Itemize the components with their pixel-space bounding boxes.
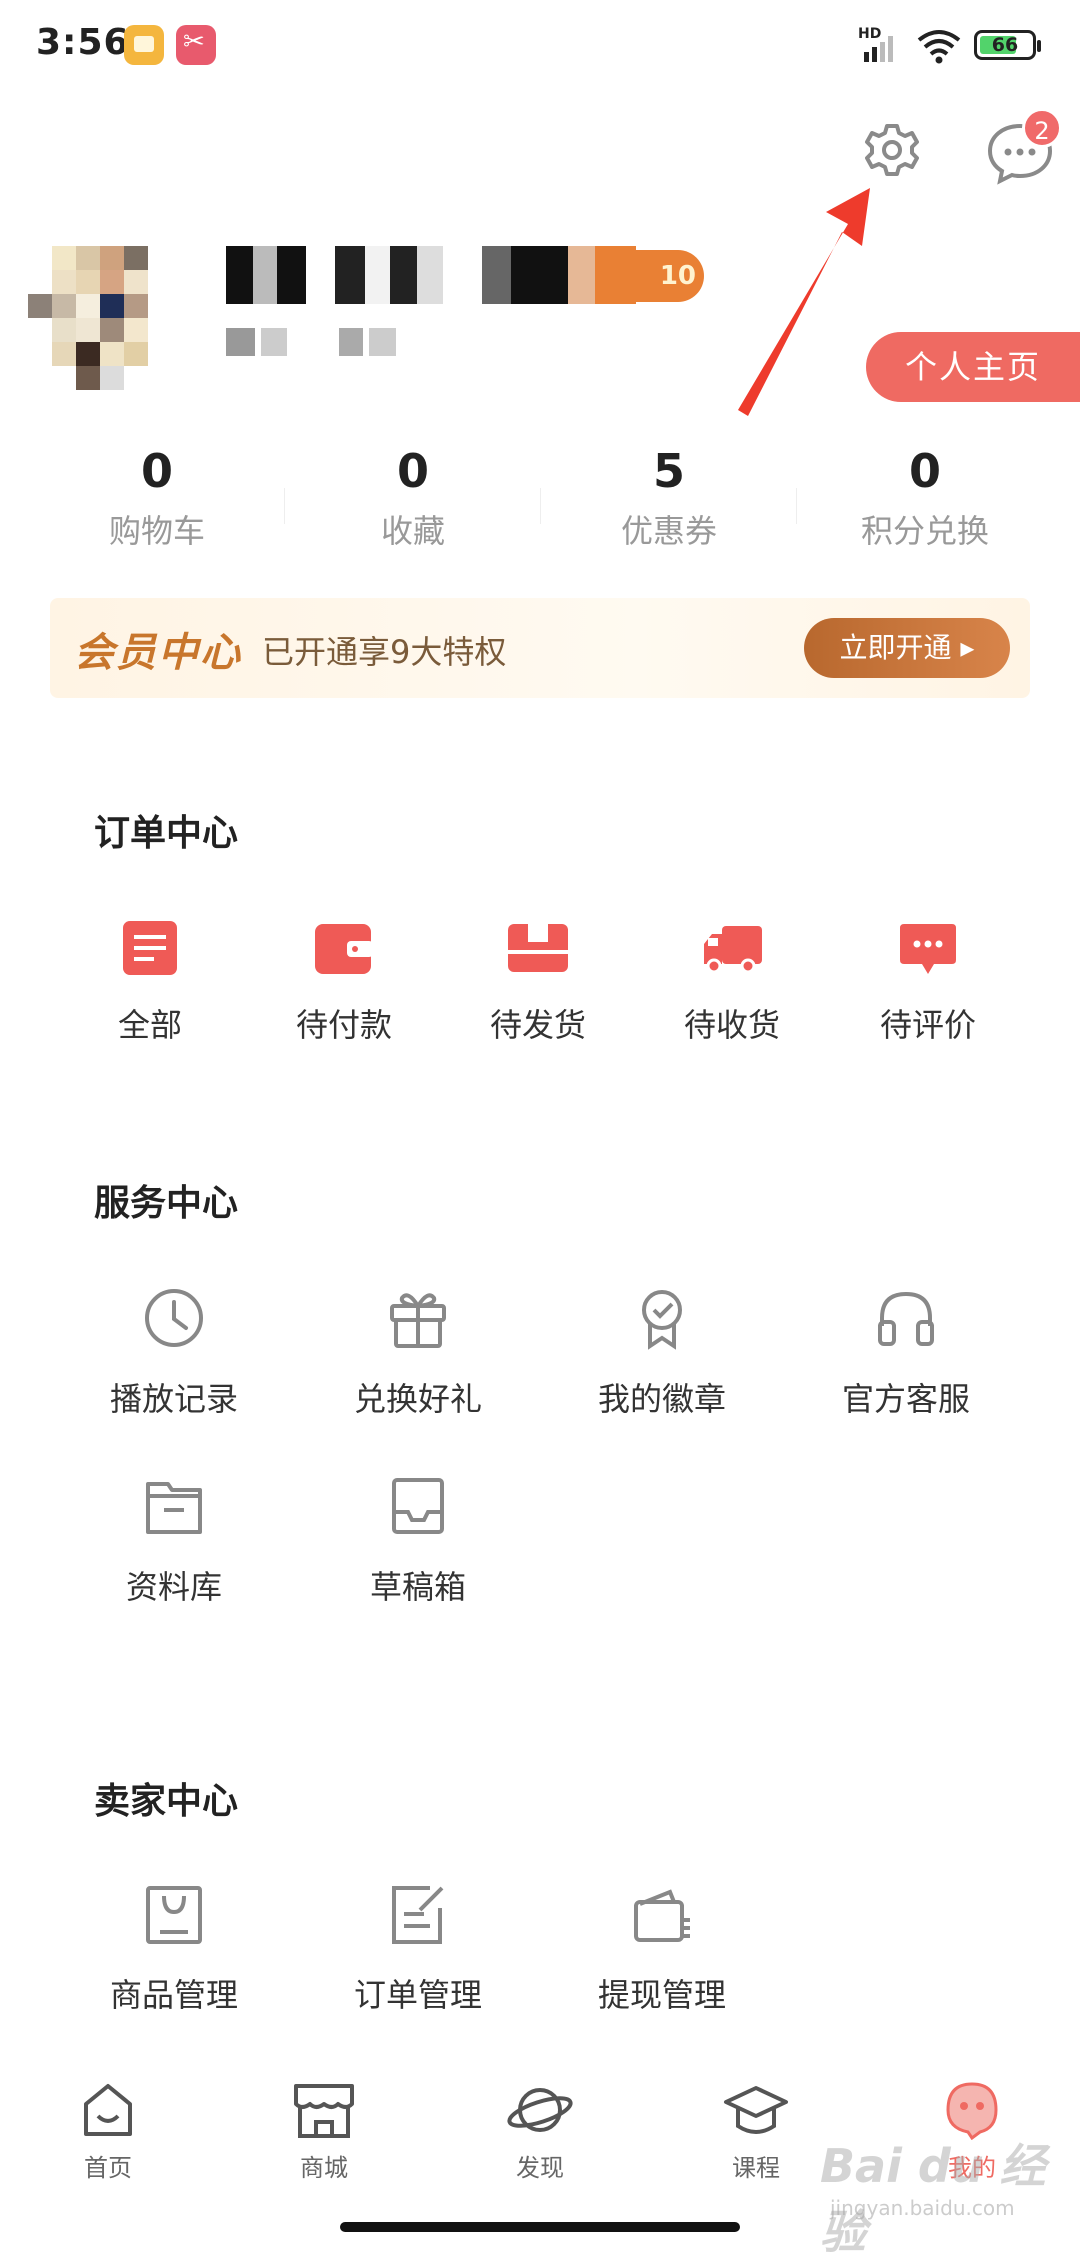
annotation-arrow bbox=[738, 188, 870, 416]
home-icon bbox=[84, 2084, 132, 2136]
comment-icon bbox=[900, 924, 956, 974]
order-pending-payment[interactable]: 待付款 bbox=[284, 918, 404, 1046]
order-label: 待评价 bbox=[879, 1006, 976, 1044]
service-customer-support[interactable]: 官方客服 bbox=[830, 1286, 982, 1420]
gift-icon bbox=[390, 1293, 446, 1348]
stat-label: 优惠券 bbox=[620, 512, 717, 550]
seller-center-title: 卖家中心 bbox=[94, 1781, 239, 1822]
service-my-badges[interactable]: 我的徽章 bbox=[586, 1286, 738, 1420]
seller-label: 提现管理 bbox=[597, 1976, 726, 2014]
bag-icon bbox=[146, 1886, 202, 1944]
stats-row: 0 购物车 0 收藏 5 优惠券 0 积分兑换 bbox=[0, 436, 1080, 566]
nav-label: 发现 bbox=[516, 2154, 564, 2182]
stat-label: 积分兑换 bbox=[860, 512, 989, 550]
seller-withdrawal-management[interactable]: 提现管理 bbox=[586, 1882, 738, 2016]
service-center-title: 服务中心 bbox=[94, 1183, 239, 1224]
member-description: 已开通享9大特权 bbox=[262, 633, 507, 671]
order-pending-shipment[interactable]: 待发货 bbox=[478, 918, 598, 1046]
order-pending-review[interactable]: 待评价 bbox=[868, 918, 988, 1046]
seller-product-management[interactable]: 商品管理 bbox=[98, 1882, 250, 2016]
service-label: 资料库 bbox=[125, 1568, 222, 1606]
list-icon bbox=[123, 921, 177, 975]
service-redeem-gift[interactable]: 兑换好礼 bbox=[342, 1286, 494, 1420]
signal-icon bbox=[864, 36, 893, 62]
wallet-outline-icon bbox=[634, 1889, 690, 1942]
seller-order-management[interactable]: 订单管理 bbox=[342, 1882, 494, 2016]
order-label: 待收货 bbox=[683, 1006, 780, 1044]
headphones-icon bbox=[878, 1291, 934, 1346]
member-center-title: 会员中心 bbox=[74, 630, 242, 676]
service-drafts[interactable]: 草稿箱 bbox=[342, 1474, 494, 1608]
order-center-title: 订单中心 bbox=[94, 813, 239, 854]
planet-icon bbox=[507, 2088, 573, 2132]
service-play-history[interactable]: 播放记录 bbox=[98, 1286, 250, 1420]
nav-mall[interactable]: 商城 bbox=[216, 2048, 432, 2183]
order-all[interactable]: 全部 bbox=[90, 918, 210, 1046]
stat-points-exchange[interactable]: 0 积分兑换 bbox=[790, 436, 1060, 556]
home-indicator[interactable] bbox=[340, 2222, 740, 2232]
inbox-icon bbox=[392, 1478, 444, 1534]
status-time: 3:56 bbox=[36, 22, 130, 63]
order-label: 待发货 bbox=[489, 1006, 586, 1044]
stat-cart[interactable]: 0 购物车 bbox=[22, 436, 292, 556]
personal-homepage-button[interactable]: 个人主页 bbox=[866, 332, 1080, 402]
service-label: 播放记录 bbox=[109, 1380, 238, 1418]
service-resource-library[interactable]: 资料库 bbox=[98, 1474, 250, 1608]
service-label: 我的徽章 bbox=[597, 1380, 726, 1418]
nav-home[interactable]: 首页 bbox=[0, 2048, 216, 2183]
stat-label: 购物车 bbox=[108, 512, 205, 550]
order-label: 全部 bbox=[117, 1006, 182, 1044]
truck-icon bbox=[704, 926, 762, 974]
activate-member-button[interactable]: 立即开通 ▸ bbox=[804, 618, 1010, 678]
username-redacted bbox=[226, 246, 636, 304]
status-bar: 3:56 HD 66 bbox=[0, 0, 1080, 95]
user-subinfo-redacted bbox=[226, 328, 396, 356]
shop-icon bbox=[294, 2084, 354, 2138]
nav-label: 商城 bbox=[300, 2154, 348, 2182]
service-label: 草稿箱 bbox=[369, 1568, 466, 1606]
service-label: 兑换好礼 bbox=[353, 1380, 482, 1418]
scissors-app-icon bbox=[176, 25, 216, 65]
battery-level: 66 bbox=[991, 34, 1019, 56]
baidu-watermark-url: jingyan.baidu.com bbox=[830, 2196, 1015, 2220]
wallet-icon bbox=[315, 924, 373, 974]
service-label: 官方客服 bbox=[841, 1380, 970, 1418]
stat-value: 0 bbox=[140, 444, 173, 498]
battery-icon: 66 bbox=[974, 30, 1041, 60]
box-icon bbox=[508, 924, 568, 972]
seller-label: 商品管理 bbox=[109, 1976, 238, 2014]
stat-favorites[interactable]: 0 收藏 bbox=[278, 436, 548, 556]
nav-discover[interactable]: 发现 bbox=[432, 2048, 648, 2183]
stat-coupons[interactable]: 5 优惠券 bbox=[534, 436, 804, 556]
wifi-icon bbox=[917, 30, 961, 64]
notes-app-icon bbox=[124, 25, 164, 65]
badge-icon bbox=[642, 1290, 682, 1350]
nav-label: 首页 bbox=[84, 2154, 132, 2182]
order-label: 待付款 bbox=[295, 1006, 392, 1044]
clock-icon bbox=[145, 1289, 203, 1347]
graduation-cap-icon bbox=[724, 2086, 788, 2134]
folder-icon bbox=[146, 1482, 202, 1534]
seller-label: 订单管理 bbox=[353, 1976, 482, 2014]
edit-doc-icon bbox=[392, 1886, 444, 1944]
message-count-badge: 2 bbox=[1022, 108, 1062, 148]
stat-value: 5 bbox=[652, 444, 685, 498]
stat-label: 收藏 bbox=[380, 512, 445, 550]
stat-value: 0 bbox=[908, 444, 941, 498]
level-badge: 10 bbox=[618, 250, 704, 302]
order-pending-receipt[interactable]: 待收货 bbox=[672, 918, 792, 1046]
stat-value: 0 bbox=[396, 444, 429, 498]
avatar[interactable] bbox=[28, 246, 172, 390]
